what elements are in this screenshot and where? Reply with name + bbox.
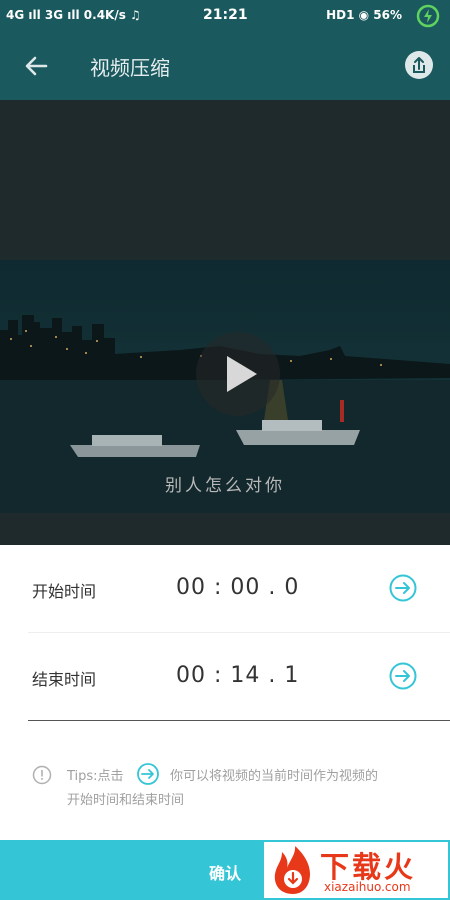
system-status: HD1 ◉ 56% — [326, 8, 402, 22]
set-end-time-arrow-icon[interactable] — [388, 661, 418, 691]
end-time-row: 结束时间 00 : 14 . 1 — [0, 633, 450, 721]
play-icon — [227, 356, 257, 392]
app-bar: 视频压缩 — [0, 34, 450, 100]
start-time-value: 00 : 00 . 0 — [176, 575, 300, 600]
end-time-label: 结束时间 — [32, 670, 97, 689]
tips: Tips:点击 你可以将视频的当前时间作为视频的 开始时间和结束时间 — [32, 763, 432, 823]
watermark: 下载火 xiazaihuo.com — [264, 842, 448, 898]
share-icon[interactable] — [404, 50, 434, 80]
timeline-divider — [28, 720, 450, 721]
clock: 21:21 — [203, 7, 248, 23]
video-subtitle: 别人怎么对你 — [165, 476, 285, 496]
back-arrow-icon[interactable] — [20, 50, 52, 82]
time-panel: 开始时间 00 : 00 . 0 结束时间 00 : 14 . 1 Tips:点… — [0, 545, 450, 840]
arrow-right-circle-icon — [137, 763, 159, 785]
video-preview[interactable]: 别人怎么对你 — [0, 100, 450, 545]
end-time-value: 00 : 14 . 1 — [176, 663, 300, 688]
watermark-domain: xiazaihuo.com — [324, 880, 411, 894]
network-status: 4G ıll 3G ıll 0.4K/s ♫ — [6, 8, 141, 22]
play-button[interactable] — [196, 332, 280, 416]
start-time-row: 开始时间 00 : 00 . 0 — [0, 545, 450, 633]
start-time-label: 开始时间 — [32, 582, 97, 601]
flame-logo-icon — [274, 846, 310, 894]
page-title: 视频压缩 — [90, 56, 170, 80]
status-bar: 4G ıll 3G ıll 0.4K/s ♫ 21:21 HD1 ◉ 56% — [0, 0, 450, 34]
battery-charging-icon — [416, 4, 440, 28]
info-icon — [32, 765, 52, 785]
confirm-label: 确认 — [209, 864, 242, 883]
tips-prefix: Tips:点击 — [67, 769, 124, 784]
set-start-time-arrow-icon[interactable] — [388, 573, 418, 603]
tips-text: 你可以将视频的当前时间作为视频的 — [170, 769, 379, 784]
tips-text-continued: 开始时间和结束时间 — [67, 793, 185, 808]
confirm-button[interactable]: 确认 下载火 xiazaihuo.com — [0, 840, 450, 900]
